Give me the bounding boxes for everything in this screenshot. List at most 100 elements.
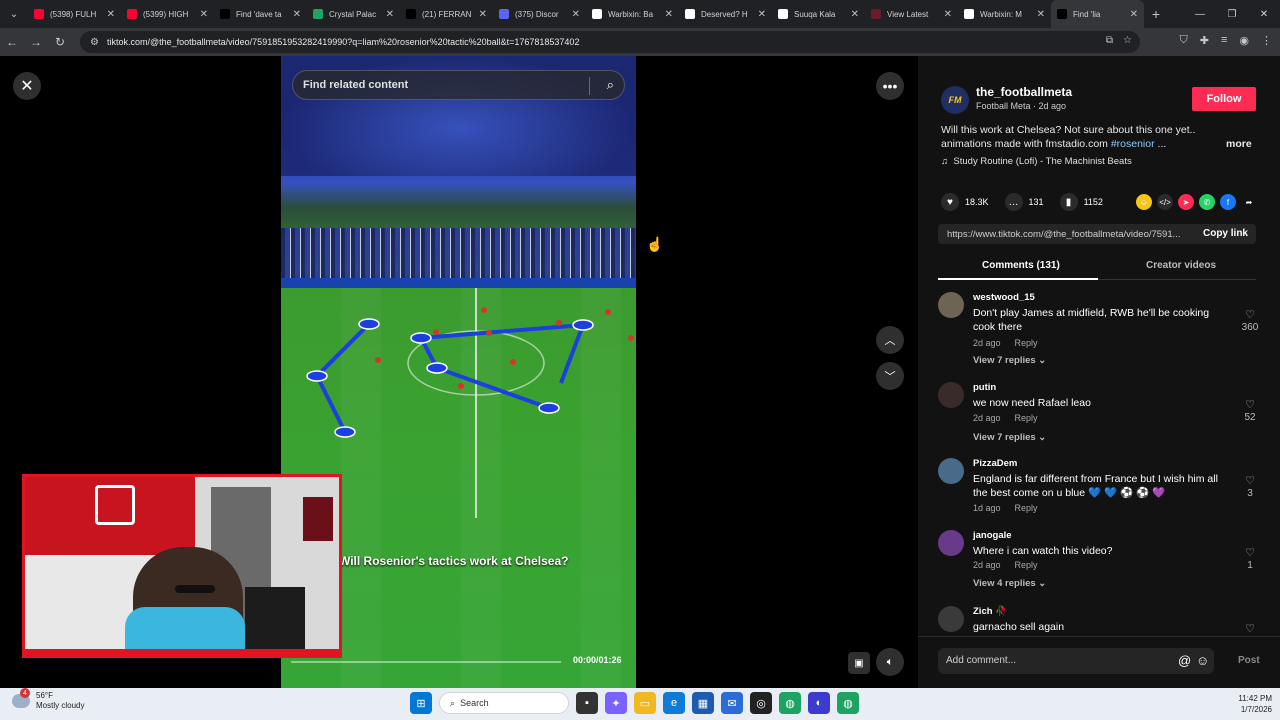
send-icon[interactable]: ➤ (1178, 194, 1194, 210)
share-arrow-icon[interactable]: ➦ (1241, 194, 1257, 210)
browser-tab[interactable]: Suuqa Kala ✕ (772, 0, 865, 28)
media-icon[interactable]: ≡ (1221, 34, 1227, 47)
comment-like-icon[interactable]: ♡ (1244, 474, 1256, 487)
extensions-icon[interactable]: ✚ (1200, 34, 1209, 47)
next-video-button[interactable]: ﹀ (876, 362, 904, 390)
address-bar[interactable]: ⚙ tiktok.com/@the_footballmeta/video/759… (80, 31, 1140, 53)
commenter-avatar[interactable] (938, 530, 964, 556)
menu-icon[interactable]: ⋮ (1261, 34, 1272, 47)
browser-tab[interactable]: Warbixin: Ba ✕ (586, 0, 679, 28)
volume-button[interactable]: 🔈︎ (876, 648, 904, 676)
commenter-avatar[interactable] (938, 292, 964, 318)
browser-tab[interactable]: Warbixin: M ✕ (958, 0, 1051, 28)
video-progress-bar[interactable] (291, 661, 561, 663)
music-title[interactable]: Study Routine (Lofi) - The Machinist Bea… (953, 156, 1131, 167)
address-url[interactable]: tiktok.com/@the_footballmeta/video/75918… (107, 37, 579, 47)
close-tab-icon[interactable]: ✕ (293, 9, 301, 20)
restore-icon[interactable]: ❐ (1216, 0, 1248, 28)
chrome-alt-icon[interactable]: ◍ (837, 692, 859, 714)
follow-button[interactable]: Follow (1192, 87, 1256, 111)
file-explorer-icon[interactable]: ▭ (634, 692, 656, 714)
browser-tab[interactable]: Deserved? H ✕ (679, 0, 772, 28)
profile-icon[interactable]: ◉ (1239, 34, 1249, 47)
commenter-name[interactable]: Zich 🥀 (973, 606, 1007, 617)
system-clock[interactable]: 11:42 PM 1/7/2026 (1238, 693, 1272, 715)
close-tab-icon[interactable]: ✕ (479, 9, 487, 20)
chrome-icon[interactable]: ◍ (779, 692, 801, 714)
tab-comments[interactable]: Comments (131) (982, 260, 1060, 271)
view-replies-button[interactable]: View 4 replies ⌄ (973, 578, 1046, 589)
close-tab-icon[interactable]: ✕ (665, 9, 673, 20)
task-view-icon[interactable]: ▪ (576, 692, 598, 714)
forward-icon[interactable]: → (24, 35, 48, 49)
reply-button[interactable]: Reply (1015, 413, 1038, 423)
commenter-avatar[interactable] (938, 606, 964, 632)
post-button[interactable]: Post (1238, 655, 1260, 666)
commenter-avatar[interactable] (938, 458, 964, 484)
like-button[interactable]: ♥ 18.3K (941, 193, 989, 211)
outlook-icon[interactable]: ✉ (721, 692, 743, 714)
share-link-url[interactable]: https://www.tiktok.com/@the_footballmeta… (947, 229, 1191, 240)
commenter-avatar[interactable] (938, 382, 964, 408)
embed-icon[interactable]: </> (1157, 194, 1173, 210)
tab-creator-videos[interactable]: Creator videos (1146, 260, 1216, 271)
search-icon[interactable]: ⌕ (607, 77, 614, 93)
close-tab-icon[interactable]: ✕ (1130, 9, 1138, 20)
store-icon[interactable]: ▦ (692, 692, 714, 714)
shield-icon[interactable]: ⛉ (1180, 34, 1188, 47)
reply-button[interactable]: Reply (1015, 560, 1038, 570)
taskbar-search[interactable]: ⌕ Search (439, 692, 569, 714)
close-tab-icon[interactable]: ✕ (200, 9, 208, 20)
commenter-name[interactable]: westwood_15 (973, 292, 1035, 303)
copy-link-button[interactable]: Copy link (1203, 228, 1248, 239)
tab-search-chevron-icon[interactable]: ⌄ (0, 0, 28, 28)
friends-share-icon[interactable]: ☺ (1136, 194, 1152, 210)
hashtag-link[interactable]: #rosenior (1111, 138, 1155, 150)
reload-icon[interactable]: ↻ (48, 35, 72, 49)
commenter-name[interactable]: PizzaDem (973, 458, 1017, 469)
comment-like-icon[interactable]: ♡ (1244, 398, 1256, 411)
previous-video-button[interactable]: ︿ (876, 326, 904, 354)
site-info-icon[interactable]: ⚙ (90, 37, 99, 48)
browser-tab[interactable]: Find 'dave ta ✕ (214, 0, 307, 28)
emoji-icon[interactable]: ☺ (1196, 653, 1209, 668)
view-replies-button[interactable]: View 7 replies ⌄ (973, 355, 1046, 366)
browser-tab[interactable]: View Latest ✕ (865, 0, 958, 28)
browser-tab[interactable]: Find 'lia ✕ (1051, 0, 1144, 28)
close-tab-icon[interactable]: ✕ (572, 9, 580, 20)
comment-like-icon[interactable]: ♡ (1244, 622, 1256, 632)
close-tab-icon[interactable]: ✕ (1037, 9, 1045, 20)
reply-button[interactable]: Reply (1015, 338, 1038, 348)
more-link[interactable]: more (1226, 138, 1252, 150)
windows-start-icon[interactable]: ⊞ (410, 692, 432, 714)
close-video-button[interactable]: ✕ (13, 72, 41, 100)
weather-widget[interactable]: 4 56°F Mostly cloudy (12, 688, 84, 711)
author-avatar[interactable]: FM (941, 86, 969, 114)
browser-tab[interactable]: (5398) FULH ✕ (28, 0, 121, 28)
author-username[interactable]: the_footballmeta (976, 85, 1072, 99)
app-icon[interactable]: ◐ (808, 692, 830, 714)
commenter-name[interactable]: putin (973, 382, 996, 393)
mention-icon[interactable]: @ (1178, 653, 1191, 668)
whatsapp-icon[interactable]: ✆ (1199, 194, 1215, 210)
browser-tab[interactable]: (5399) HIGH ✕ (121, 0, 214, 28)
minimize-icon[interactable]: — (1184, 0, 1216, 28)
edge-icon[interactable]: e (663, 692, 685, 714)
view-replies-button[interactable]: View 7 replies ⌄ (973, 432, 1046, 443)
more-options-button[interactable]: ••• (876, 72, 904, 100)
related-search-input[interactable]: Find related content ⌕ (292, 70, 625, 100)
mini-player-button[interactable]: ▣ (848, 652, 870, 674)
comment-like-icon[interactable]: ♡ (1244, 546, 1256, 559)
comment-button[interactable]: … 131 (1004, 193, 1044, 211)
save-button[interactable]: ▮ 1152 (1059, 193, 1103, 211)
back-icon[interactable]: ← (0, 35, 24, 49)
close-window-icon[interactable]: ✕ (1248, 0, 1280, 28)
copilot-icon[interactable]: ✦ (605, 692, 627, 714)
browser-tab[interactable]: Crystal Palac ✕ (307, 0, 400, 28)
browser-tab[interactable]: (375) Discor ✕ (493, 0, 586, 28)
install-app-icon[interactable]: ⧉ (1106, 35, 1113, 46)
comment-like-icon[interactable]: ♡ (1244, 308, 1256, 321)
bookmark-star-icon[interactable]: ☆ (1123, 35, 1132, 46)
steam-icon[interactable]: ◎ (750, 692, 772, 714)
close-tab-icon[interactable]: ✕ (107, 9, 115, 20)
